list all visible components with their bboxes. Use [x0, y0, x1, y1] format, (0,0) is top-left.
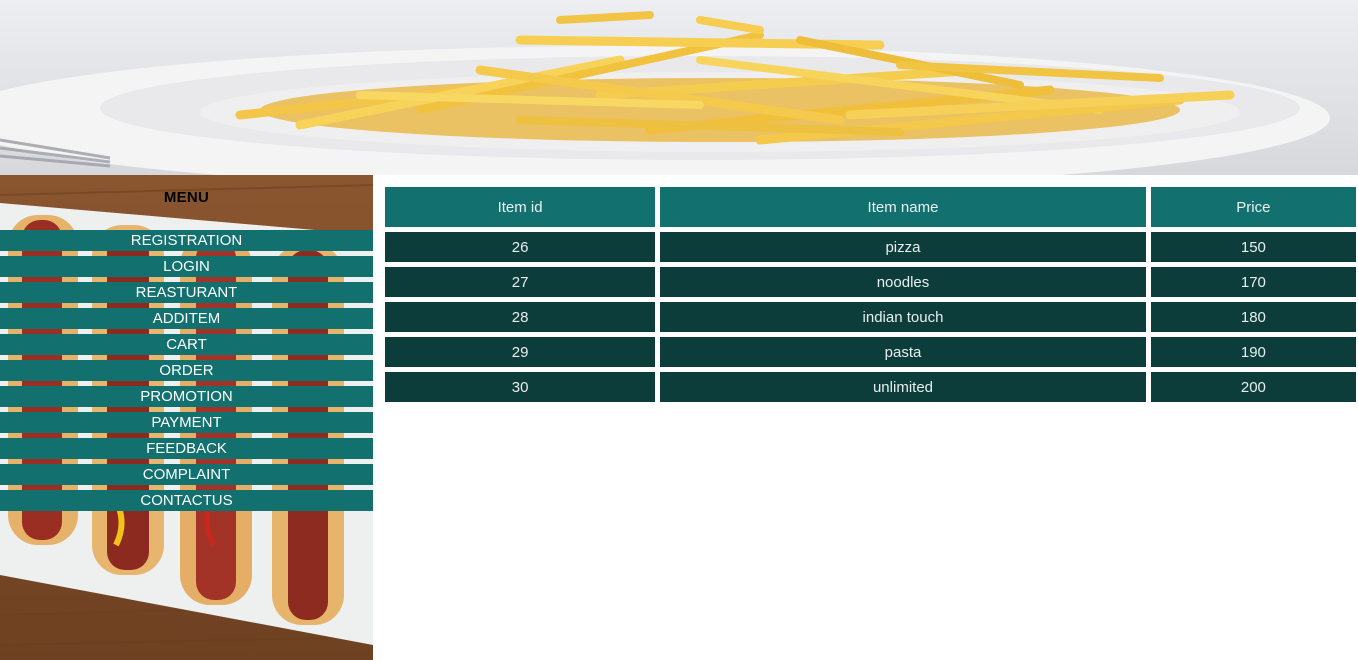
cell-item-id: 26	[385, 232, 656, 262]
cell-item-name: unlimited	[660, 372, 1146, 402]
menu-item-order[interactable]: ORDER	[0, 360, 373, 381]
menu-item-contactus[interactable]: CONTACTUS	[0, 490, 373, 511]
table-row: 27 noodles 170	[385, 267, 1356, 297]
fries-photo	[0, 11, 1330, 175]
table-row: 29 pasta 190	[385, 337, 1356, 367]
menu-item-restaurant[interactable]: REASTURANT	[0, 282, 373, 303]
cell-item-id: 28	[385, 302, 656, 332]
cell-item-name: indian touch	[660, 302, 1146, 332]
cell-price: 180	[1150, 302, 1356, 332]
cell-price: 200	[1150, 372, 1356, 402]
cell-price: 170	[1150, 267, 1356, 297]
column-header-item-id: Item id	[385, 187, 656, 227]
cell-price: 190	[1150, 337, 1356, 367]
table-header-row: Item id Item name Price	[385, 187, 1356, 227]
menu-item-promotion[interactable]: PROMOTION	[0, 386, 373, 407]
menu-item-payment[interactable]: PAYMENT	[0, 412, 373, 433]
table-row: 26 pizza 150	[385, 232, 1356, 262]
cell-price: 150	[1150, 232, 1356, 262]
table-row: 28 indian touch 180	[385, 302, 1356, 332]
menu-list: REGISTRATION LOGIN REASTURANT ADDITEM CA…	[0, 230, 373, 516]
menu-item-cart[interactable]: CART	[0, 334, 373, 355]
cell-item-id: 30	[385, 372, 656, 402]
table-row: 30 unlimited 200	[385, 372, 1356, 402]
column-header-item-name: Item name	[660, 187, 1146, 227]
menu-item-complaint[interactable]: COMPLAINT	[0, 464, 373, 485]
column-header-price: Price	[1150, 187, 1356, 227]
menu-item-login[interactable]: LOGIN	[0, 256, 373, 277]
items-table: Item id Item name Price 26 pizza 150 27 …	[380, 182, 1358, 407]
cell-item-name: pasta	[660, 337, 1146, 367]
header-banner-image	[0, 0, 1358, 175]
cell-item-id: 27	[385, 267, 656, 297]
cell-item-name: noodles	[660, 267, 1146, 297]
cell-item-name: pizza	[660, 232, 1146, 262]
sidebar-menu: MENU REGISTRATION LOGIN REASTURANT ADDIT…	[0, 175, 373, 660]
menu-item-additem[interactable]: ADDITEM	[0, 308, 373, 329]
menu-item-feedback[interactable]: FEEDBACK	[0, 438, 373, 459]
cell-item-id: 29	[385, 337, 656, 367]
menu-title: MENU	[163, 189, 210, 206]
menu-item-registration[interactable]: REGISTRATION	[0, 230, 373, 251]
